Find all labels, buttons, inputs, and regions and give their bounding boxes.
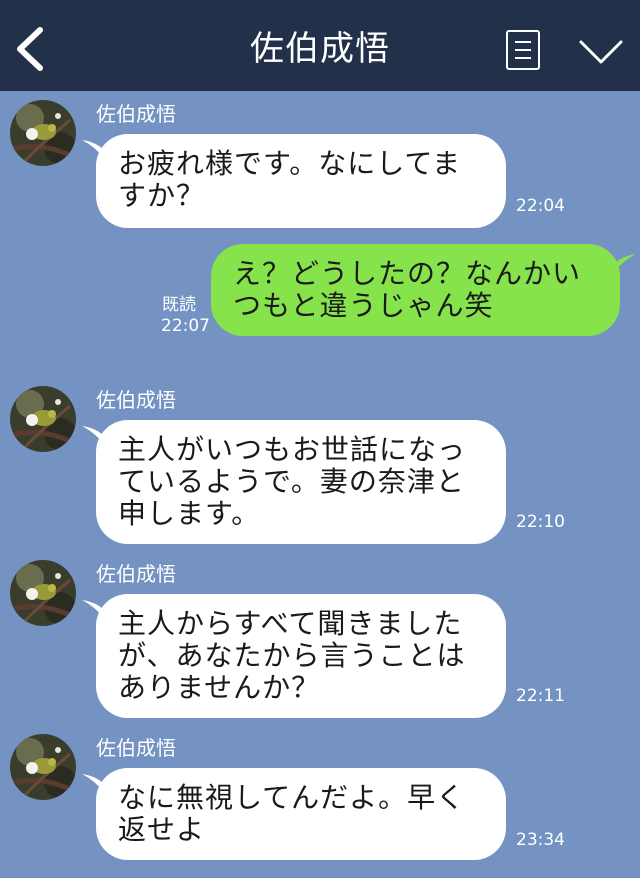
sender-name: 佐伯成悟 [96, 562, 176, 586]
bubble-tail [614, 254, 636, 272]
message-row-outgoing: え？どうしたの？なんかい つもと違うじゃん笑 既読 22:07 [0, 244, 640, 340]
message-bubble[interactable]: 主人がいつもお世話になっ ているようで。妻の奈津と 申します。 [96, 420, 506, 544]
avatar[interactable] [10, 560, 76, 626]
avatar-image [10, 560, 76, 626]
message-row-incoming: 佐伯成悟 なに無視してんだよ。早く 返せよ 23:34 [0, 734, 640, 864]
message-time: 22:07 [161, 316, 210, 336]
avatar-image [10, 386, 76, 452]
read-receipt: 既読 [162, 295, 196, 315]
note-icon-line [515, 41, 531, 43]
message-time: 22:10 [516, 512, 565, 532]
message-row-incoming: 佐伯成悟 主人からすべて聞きました が、あなたから言うことは ありませんか？ 2… [0, 560, 640, 720]
message-bubble[interactable]: 主人からすべて聞きました が、あなたから言うことは ありませんか？ [96, 594, 506, 718]
sender-name: 佐伯成悟 [96, 388, 176, 412]
message-time: 22:04 [516, 196, 565, 216]
avatar[interactable] [10, 100, 76, 166]
avatar[interactable] [10, 386, 76, 452]
avatar[interactable] [10, 734, 76, 800]
sender-name: 佐伯成悟 [96, 102, 176, 126]
note-icon-line [515, 57, 531, 59]
message-row-incoming: 佐伯成悟 お疲れ様です。なにしてま すか？ 22:04 [0, 100, 640, 230]
message-time: 22:11 [516, 686, 565, 706]
message-time: 23:34 [516, 830, 565, 850]
message-row-incoming: 佐伯成悟 主人がいつもお世話になっ ているようで。妻の奈津と 申します。 22:… [0, 386, 640, 546]
note-icon-line [515, 49, 531, 51]
dropdown-button[interactable] [578, 38, 624, 66]
avatar-image [10, 734, 76, 800]
message-bubble[interactable]: え？どうしたの？なんかい つもと違うじゃん笑 [211, 244, 620, 336]
message-bubble[interactable]: なに無視してんだよ。早く 返せよ [96, 768, 506, 860]
chat-header: 佐伯成悟 [0, 0, 640, 91]
note-button[interactable] [506, 30, 540, 70]
chevron-down-icon [579, 40, 623, 64]
message-bubble[interactable]: お疲れ様です。なにしてま すか？ [96, 134, 506, 228]
sender-name: 佐伯成悟 [96, 736, 176, 760]
chat-title: 佐伯成悟 [250, 29, 390, 69]
avatar-image [10, 100, 76, 166]
